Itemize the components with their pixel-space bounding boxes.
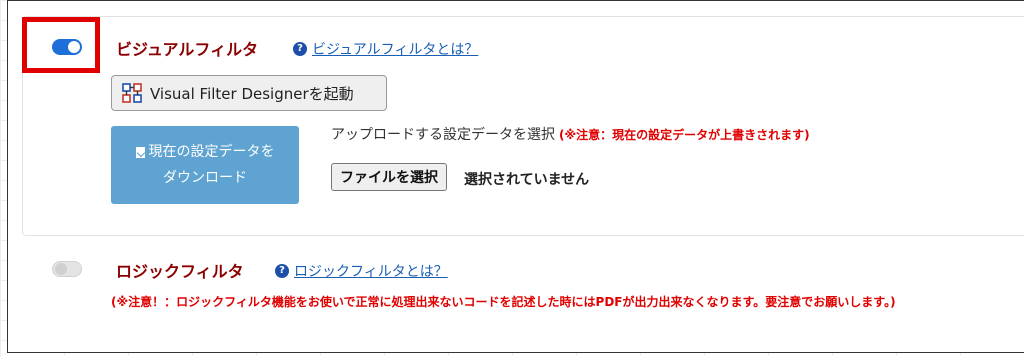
logic-filter-warning: (※注意！：ロジックフィルタ機能をお使いで正常に処理出来ないコードを記述した時に… — [111, 295, 896, 309]
visual-filter-help-link[interactable]: ? ビジュアルフィルタとは？ — [293, 39, 478, 59]
download-settings-button[interactable]: 現在の設定データを ダウンロード — [111, 126, 299, 204]
launch-designer-button[interactable]: Visual Filter Designerを起動 — [111, 75, 387, 111]
logic-filter-title: ロジックフィルタ — [116, 262, 244, 281]
logic-filter-help-text: ロジックフィルタとは？ — [294, 264, 448, 280]
download-label-line2: ダウンロード — [163, 170, 247, 186]
logic-filter-toggle[interactable] — [52, 261, 82, 277]
download-label-line1: 現在の設定データを — [148, 144, 275, 160]
visual-filter-title: ビジュアルフィルタ — [116, 40, 259, 59]
visual-filter-toggle[interactable] — [52, 39, 82, 55]
toggle-knob — [55, 263, 67, 275]
toggle-knob — [68, 41, 80, 53]
question-circle-icon: ? — [293, 42, 307, 56]
upload-warning: (※注意：現在の設定データが上書きされます) — [559, 128, 810, 142]
download-file-icon — [135, 146, 145, 158]
logic-filter-help-link[interactable]: ? ロジックフィルタとは？ — [275, 261, 448, 281]
file-status-text: 選択されていません — [464, 172, 590, 188]
designer-grid-icon — [122, 83, 142, 103]
upload-label-text: アップロードする設定データを選択 — [331, 127, 555, 143]
visual-filter-help-text: ビジュアルフィルタとは？ — [312, 42, 479, 58]
upload-label: アップロードする設定データを選択 (※注意：現在の設定データが上書きされます) — [331, 124, 810, 144]
choose-file-button[interactable]: ファイルを選択 — [331, 163, 447, 191]
question-circle-icon: ? — [275, 264, 289, 278]
launch-designer-label: Visual Filter Designerを起動 — [150, 84, 354, 103]
section-divider — [40, 235, 1024, 236]
